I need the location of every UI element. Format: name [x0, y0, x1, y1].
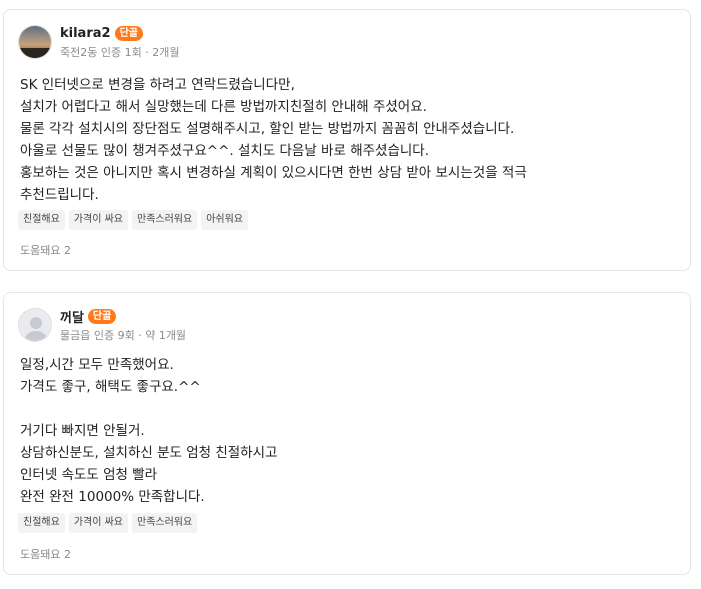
author-meta: 죽전2동 인증 1회 · 2개월	[60, 46, 180, 59]
tag-satisfied[interactable]: 만족스러워요	[132, 513, 198, 533]
author-meta: 물금읍 인증 9회 · 약 1개월	[60, 329, 187, 342]
tag-cheap[interactable]: 가격이 싸요	[68, 210, 128, 230]
review-header: kilara2 단골 죽전2동 인증 1회 · 2개월	[18, 24, 179, 60]
review-body: 일정,시간 모두 만족했어요. 가격도 좋구, 해택도 좋구요.^^ 거기다 빠…	[20, 357, 278, 505]
review-body: SK 인터넷으로 변경을 하려고 연락드렸습니다만, 설치가 어렵다고 해서 실…	[20, 77, 527, 203]
regular-badge: 단골	[87, 308, 117, 324]
helpful-button[interactable]: 도움돼요 2	[20, 546, 71, 562]
review-tags: 친절해요 가격이 싸요 만족스러워요 아쉬워요	[18, 210, 249, 230]
regular-badge: 단골	[114, 25, 143, 41]
avatar-sunset-image	[19, 26, 51, 58]
avatar[interactable]	[18, 308, 52, 342]
tag-satisfied[interactable]: 만족스러워요	[132, 210, 198, 230]
helpful-button[interactable]: 도움돼요 2	[20, 242, 71, 258]
review-card: 꺼달 단골 물금읍 인증 9회 · 약 1개월 일정,시간 모두 만족했어요. …	[3, 292, 691, 575]
avatar[interactable]	[18, 25, 52, 59]
tag-disappointing[interactable]: 아쉬워요	[201, 210, 249, 230]
tag-kind[interactable]: 친절해요	[18, 513, 65, 533]
review-header: 꺼달 단골 물금읍 인증 9회 · 약 1개월	[18, 307, 186, 343]
author-name[interactable]: kilara2	[60, 26, 111, 41]
default-avatar-icon	[19, 309, 51, 341]
author-name[interactable]: 꺼달	[60, 307, 84, 326]
review-card: kilara2 단골 죽전2동 인증 1회 · 2개월 SK 인터넷으로 변경을…	[3, 9, 691, 271]
tag-cheap[interactable]: 가격이 싸요	[68, 513, 128, 533]
review-tags: 친절해요 가격이 싸요 만족스러워요	[18, 513, 198, 533]
tag-kind[interactable]: 친절해요	[18, 210, 65, 230]
